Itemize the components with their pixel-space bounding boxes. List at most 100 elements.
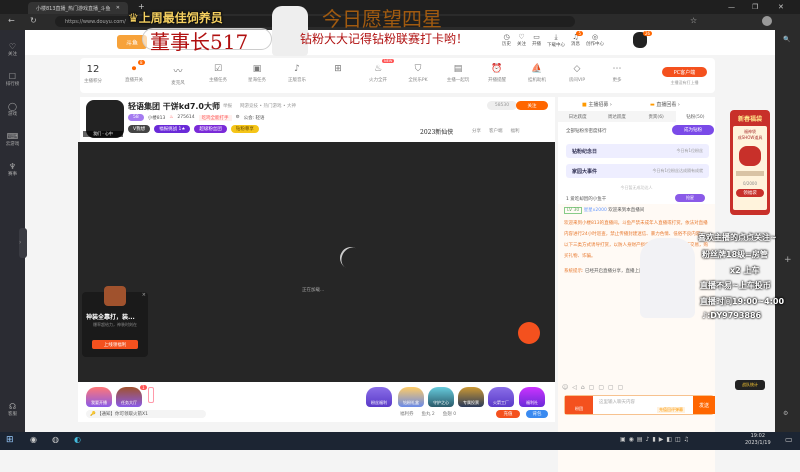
toolbar-play-together[interactable]: ▤ 主播一起玩 (438, 64, 478, 83)
event-logo[interactable]: 2023新仙侠 (420, 127, 453, 136)
nav-download[interactable]: ⤓ 下载中心 (547, 33, 565, 48)
system-label: 系统提示: (564, 269, 584, 274)
chat-input[interactable]: 这里输入聊天内容 (599, 399, 635, 405)
start-broadcast-gift[interactable]: 我要开播 (86, 387, 112, 407)
team-stats-badge[interactable]: 战队统计 (735, 380, 765, 390)
gift-item[interactable]: 火箭工厂 (488, 387, 514, 407)
gift-item[interactable]: 福利社 (519, 387, 545, 407)
nav-messages[interactable]: ♫ 消息 5 (571, 31, 583, 48)
rank-button[interactable]: 抢星 (675, 194, 705, 202)
toolbar-fire[interactable]: ♨ 火力全开 NEW (358, 59, 398, 83)
alarm-icon: ⏰ (491, 64, 503, 74)
sidebar-collapse-handle[interactable]: › (19, 228, 27, 258)
tab-diamond-fans[interactable]: 钻粉(50) (675, 111, 715, 122)
claim-bag-button[interactable]: 领福袋 (736, 189, 764, 197)
chat-input-box[interactable]: 粉团 这里输入聊天内容 充值回评弹幕 发送 (564, 395, 715, 415)
nav-broadcast[interactable]: ▭ 开播 (532, 33, 541, 48)
follow-button[interactable]: 关注 (516, 101, 548, 110)
system-tray-icons[interactable]: ▣◉▤♪▮▶◧◫♫ (620, 436, 692, 443)
toolbar-more[interactable]: ⋯ 更多 (597, 64, 637, 83)
toolbar-gift[interactable]: ⊞ (318, 64, 358, 77)
vip-badge[interactable]: V我想 (128, 125, 151, 133)
toolbar-live-switch[interactable]: ⏺ 直播开关 8 (114, 60, 154, 83)
toolbar-mic[interactable]: 〰麦克风 (158, 64, 198, 86)
pc-client-button[interactable]: PC客户端 (662, 67, 707, 77)
diamond-fan-badge[interactable]: 钻粉尊享 (230, 125, 259, 133)
charge-button[interactable]: 充值 (496, 410, 520, 418)
challenge-badge[interactable]: 福报挑战 1★ (154, 125, 191, 133)
tab-vip[interactable]: 贵宾(6) (637, 111, 676, 122)
anniversary-card[interactable]: 钻粉纪念日 今日有1位粉丝 (566, 144, 709, 158)
settings-icon[interactable]: ⚙ (783, 410, 788, 417)
toolbar-vip[interactable]: ◇ 房间VIP (557, 64, 597, 83)
close-icon[interactable]: × (142, 292, 146, 298)
back-icon[interactable]: ← (8, 16, 15, 25)
favorites-icon[interactable]: ☆ (690, 16, 697, 25)
sidebar-item-service[interactable]: ☊ 客服 (0, 402, 25, 417)
steam-icon[interactable]: ◉ (30, 435, 37, 444)
overlay-line: 直播时间19:00~4:00 (700, 297, 785, 306)
share-button[interactable]: 分享 (472, 128, 481, 134)
sidebar-item-games[interactable]: ◯ 游戏 (0, 102, 25, 117)
gift-item[interactable]: 钻粉礼盒 (398, 387, 424, 407)
game-ad-popup[interactable]: × 神装全靠打，装... 爆率超给力，神装时刻在 上线领福利 (82, 286, 148, 357)
notification-icon[interactable]: ▭ (785, 435, 793, 444)
sidebar-item-events[interactable]: ♆ 赛事 (0, 162, 25, 177)
super-fan-badge[interactable]: 超级粉丝团 (194, 125, 227, 133)
refresh-icon[interactable]: ↻ (30, 16, 37, 25)
replay-link[interactable]: ▬ 直播回看 › (650, 101, 680, 108)
browser-tab[interactable]: 小楼813直播_热门游戏直播_斗鱼 ✕ (28, 2, 128, 14)
floating-game-icon[interactable] (518, 322, 540, 344)
expand-toggle[interactable] (148, 387, 154, 403)
task-hall-gift[interactable]: 任务大厅 (116, 387, 142, 407)
sidebar-label: 客服 (8, 412, 17, 417)
sidebar-item-follow[interactable]: ♡ 关注 (0, 42, 25, 57)
lucky-bag-promo[interactable]: 新春福袋 福神袋 成SHOW道具 0/2000 领福袋 (730, 110, 770, 215)
chat-tools[interactable]: ☺◁⌂▢▢▢▢ (562, 384, 627, 391)
toolbar-music[interactable]: ♪ 正版音乐 (277, 64, 317, 83)
app-icon[interactable]: ◍ (52, 435, 59, 444)
send-button[interactable]: 发送 (693, 396, 715, 414)
sidebar-item-rank[interactable]: ☐ 排行榜 (0, 72, 25, 87)
welfare-button[interactable]: 福利 (511, 128, 520, 134)
anchor-recruit-link[interactable]: ■ 主播招募 › (582, 101, 612, 108)
card-title: 家园大事件 (572, 169, 598, 175)
maximize-button[interactable]: ❐ (752, 3, 758, 11)
backpack-button[interactable]: 背包 (526, 410, 548, 418)
close-tab-icon[interactable]: ✕ (116, 5, 120, 11)
sidebar-item-cloud-games[interactable]: ⌨ 云游戏 (0, 132, 25, 147)
nav-history[interactable]: ◷ 历史 (502, 33, 511, 48)
toolbar-star-tasks[interactable]: ▣ 星海任务 (237, 64, 277, 83)
chat-user[interactable]: 星星x2000 (584, 208, 607, 213)
add-icon[interactable]: + (784, 255, 792, 265)
minimize-button[interactable]: — (728, 3, 735, 11)
join-diamond-button[interactable]: 成为钻粉 (672, 125, 714, 135)
toolbar-anchor-tasks[interactable]: ☑ 主播任务 (198, 64, 238, 83)
promo-card: 福神袋 成SHOW道具 0/2000 领福袋 (733, 126, 767, 210)
close-window-button[interactable]: ✕ (778, 3, 784, 11)
gift-item[interactable]: 专属投票 (458, 387, 484, 407)
toolbar-pk[interactable]: ⛉ 全民乐PK (398, 64, 438, 83)
client-button[interactable]: 客户端 (489, 128, 503, 134)
nav-follow[interactable]: ♡ 关注 (517, 33, 526, 48)
gift-item[interactable]: 粉丝福利 (366, 387, 392, 407)
video-player[interactable]: 正在加载... × 神装全靠打，装... 爆率超给力，神装时刻在 上线领福利 (78, 142, 555, 382)
toolbar-reminder[interactable]: ⏰ 开播提醒 (477, 64, 517, 83)
overlay-reminder: 钻粉大大记得钻粉联赛打卡哟！ (300, 32, 469, 46)
gift-item[interactable]: 守护之心 (428, 387, 454, 407)
tab-weekly[interactable]: 周达跃度 (597, 111, 636, 122)
toolbar-idle[interactable]: ⛵ 挂机助机 (517, 64, 557, 83)
fan-medal[interactable]: 粉团 (565, 396, 593, 414)
welfare-coupon[interactable]: 福利券 (400, 411, 414, 417)
category-breadcrumb[interactable]: 网游竞技 • 热门游戏 • 大神 (240, 103, 296, 109)
clock[interactable]: 19:02 2023/1/19 (745, 433, 771, 447)
search-icon[interactable]: 🔍 (783, 36, 790, 43)
edge-icon[interactable]: ◐ (74, 435, 81, 444)
nav-creator[interactable]: ◎ 创作中心 (586, 33, 604, 48)
ad-button[interactable]: 上线领福利 (92, 340, 138, 349)
report-link[interactable]: 举报 (223, 103, 232, 109)
windows-start-icon[interactable]: ⊞ (6, 435, 14, 445)
tab-daily[interactable]: 日达跃度 (558, 111, 597, 122)
profile-icon[interactable] (762, 16, 772, 26)
home-event-card[interactable]: 家园大事件 今日有1位粉丝达成隔有成就 (566, 164, 709, 178)
